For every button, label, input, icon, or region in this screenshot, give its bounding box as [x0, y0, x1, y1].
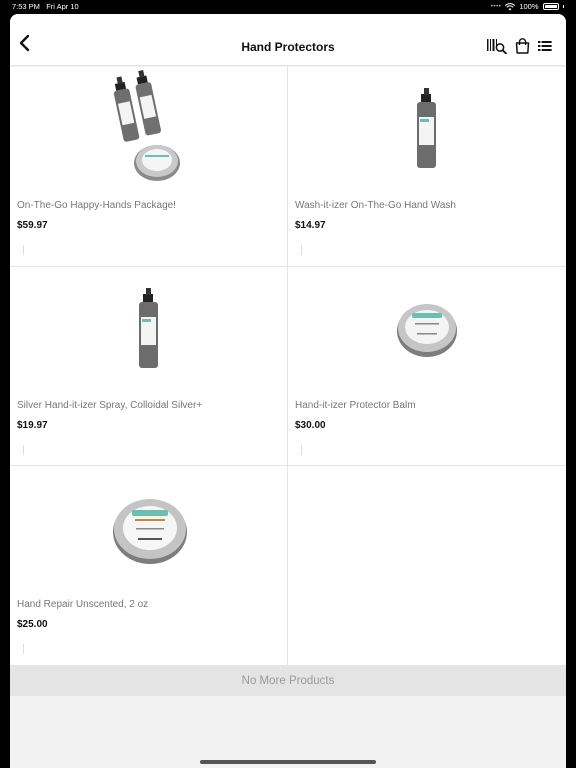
product-card[interactable]: Hand Repair Unscented, 2 oz $25.00	[10, 466, 288, 665]
app-window: Hand Protectors On-The-Go Happy-Hands Pa…	[10, 14, 566, 768]
product-grid: On-The-Go Happy-Hands Package! $59.97 Wa…	[10, 67, 566, 666]
product-card[interactable]: Wash-it-izer On-The-Go Hand Wash $14.97	[288, 67, 566, 266]
product-name[interactable]: Hand Repair Unscented, 2 oz	[17, 599, 148, 610]
product-name[interactable]: Silver Hand-it-izer Spray, Colloidal Sil…	[17, 400, 202, 411]
status-time: 7:53 PM Fri Apr 10	[12, 2, 79, 11]
empty-cell	[288, 466, 566, 665]
product-price: $30.00	[295, 419, 326, 431]
cellular-dots-icon: ••••	[490, 3, 502, 10]
product-image[interactable]	[10, 466, 288, 592]
product-card[interactable]: Silver Hand-it-izer Spray, Colloidal Sil…	[10, 266, 288, 465]
product-card[interactable]: Hand-it-izer Protector Balm $30.00	[288, 267, 566, 466]
product-price: $19.97	[17, 419, 48, 431]
product-name[interactable]: Wash-it-izer On-The-Go Hand Wash	[295, 200, 456, 211]
home-indicator[interactable]	[200, 760, 376, 764]
wifi-icon	[505, 2, 516, 10]
product-image[interactable]	[10, 267, 288, 393]
shopping-bag-icon[interactable]	[515, 38, 530, 54]
product-name[interactable]: On-The-Go Happy-Hands Package!	[17, 200, 176, 211]
battery-icon	[542, 3, 559, 10]
product-image[interactable]	[288, 267, 566, 393]
product-name[interactable]: Hand-it-izer Protector Balm	[295, 400, 416, 411]
battery-percent: 100%	[519, 2, 539, 11]
product-price: $25.00	[17, 619, 48, 630]
product-price: $14.97	[295, 220, 326, 231]
product-image[interactable]	[288, 67, 566, 193]
product-price: $59.97	[17, 220, 48, 231]
list-view-icon[interactable]	[538, 39, 552, 53]
nav-bar: Hand Protectors	[10, 14, 566, 66]
barcode-scan-icon[interactable]	[487, 38, 507, 54]
page-title: Hand Protectors	[241, 40, 335, 54]
product-image[interactable]	[10, 67, 288, 193]
no-more-products-label: No More Products	[10, 666, 566, 696]
status-bar: 7:53 PM Fri Apr 10 •••• 100%	[0, 0, 576, 14]
product-card[interactable]: On-The-Go Happy-Hands Package! $59.97	[10, 67, 288, 266]
